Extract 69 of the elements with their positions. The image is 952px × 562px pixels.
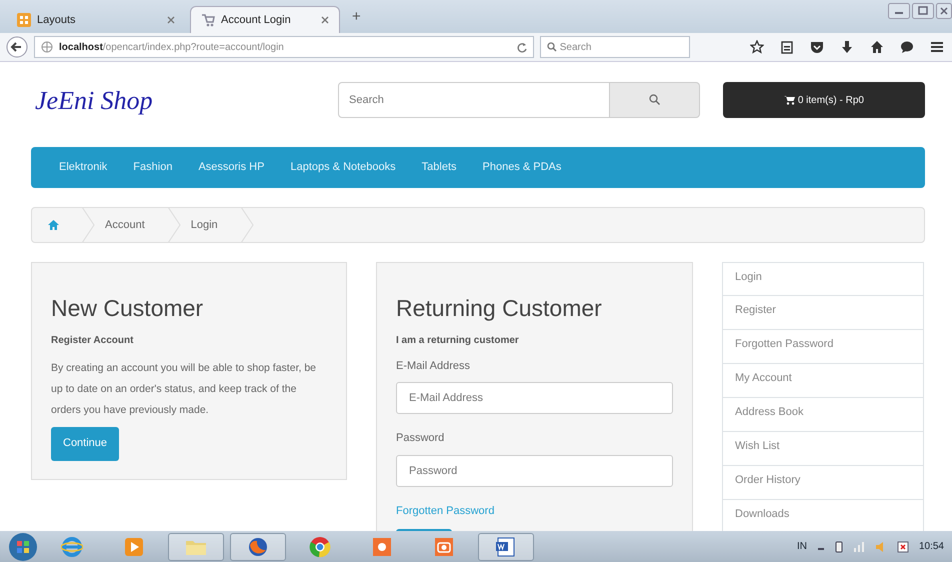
clipboard-icon[interactable] (780, 40, 794, 54)
panel-subtitle: I am a returning customer (396, 334, 520, 348)
menu-link[interactable]: Phones & PDAs (482, 159, 562, 176)
taskbar-button[interactable] (230, 532, 286, 560)
home-icon (48, 220, 59, 230)
clock[interactable]: 10:54 (918, 539, 944, 554)
breadcrumb-link[interactable]: Account (95, 216, 167, 234)
panel-text: By creating an account you will be able to shop faster, be up to date on an order's status, and keep track of the orders you have previously made. (51, 360, 317, 418)
star-icon[interactable] (750, 40, 764, 54)
account-menu-item[interactable]: My Account (722, 364, 924, 398)
menu-link[interactable]: Laptops & Notebooks (290, 159, 396, 176)
continue-button[interactable]: Continue (51, 426, 120, 461)
panel-title: New Customer (51, 295, 204, 323)
input-field[interactable]: E-Mail Address (396, 382, 673, 414)
search-icon (547, 42, 557, 52)
pocket-icon[interactable] (810, 40, 824, 54)
close-icon[interactable] (936, 3, 952, 19)
search-field[interactable]: Search (540, 36, 690, 58)
panel-subtitle: Register Account (51, 334, 134, 348)
language-indicator[interactable]: IN (796, 539, 807, 554)
browser-tab[interactable]: Layouts (6, 6, 186, 33)
account-menu-item[interactable]: Login (722, 262, 924, 296)
document-icon (495, 536, 517, 558)
minimize-icon[interactable] (888, 3, 910, 19)
account-menu-item[interactable]: Wish List (722, 432, 924, 466)
chat-icon[interactable] (900, 40, 914, 54)
close-icon[interactable] (321, 16, 329, 24)
back-icon[interactable] (6, 36, 28, 58)
close-icon[interactable] (167, 16, 175, 24)
maximize-icon[interactable] (912, 3, 934, 19)
search-input[interactable]: Search (338, 82, 610, 118)
browser-icon (61, 536, 83, 558)
input-field[interactable]: Password (396, 454, 673, 487)
reload-icon[interactable] (516, 42, 527, 52)
menu-link[interactable]: Fashion (133, 159, 172, 176)
browser-icon (309, 536, 331, 558)
breadcrumb-link[interactable]: Login (180, 216, 240, 234)
account-menu-item[interactable]: Forgotten Password (722, 330, 924, 364)
forgotten-password-link[interactable]: Forgotten Password (396, 502, 494, 520)
taskbar-button[interactable] (478, 532, 534, 560)
shop-logo[interactable]: JeEni Shop (31, 80, 338, 120)
cart-icon (784, 95, 796, 105)
panel-title: Returning Customer (396, 295, 603, 323)
field-label: Password (396, 431, 446, 446)
download-icon[interactable] (840, 40, 854, 54)
camera-icon (433, 536, 455, 558)
new-tab-button[interactable]: + (344, 6, 369, 33)
account-menu-item[interactable]: Downloads (722, 500, 924, 531)
url-text: localhost/opencart/index.php?route=account/login (59, 40, 284, 54)
app-icon (371, 536, 393, 558)
globe-icon (41, 41, 53, 53)
account-menu-item[interactable]: Address Book (722, 398, 924, 432)
browser-icon (247, 536, 269, 558)
address-bar[interactable]: localhost/opencart/index.php?route=account/login (34, 36, 534, 58)
menu-link[interactable]: Elektronik (59, 159, 108, 176)
account-menu-item[interactable]: Register (722, 296, 924, 330)
menu-link[interactable]: Tablets (422, 159, 457, 176)
cart-button[interactable]: 0 item(s) - Rp0 (723, 82, 925, 118)
media-player-icon (123, 536, 145, 558)
menu-icon[interactable] (930, 40, 944, 54)
home-icon[interactable] (870, 40, 884, 54)
search-icon (649, 94, 660, 106)
menu-link[interactable]: Asessoris HP (198, 159, 264, 176)
account-menu-item[interactable]: Order History (722, 466, 924, 500)
cart-icon (201, 13, 215, 27)
browser-tab[interactable]: Account Login (190, 6, 340, 33)
field-label: E-Mail Address (396, 358, 471, 374)
start-icon[interactable] (8, 532, 38, 562)
grid-icon (17, 13, 31, 27)
